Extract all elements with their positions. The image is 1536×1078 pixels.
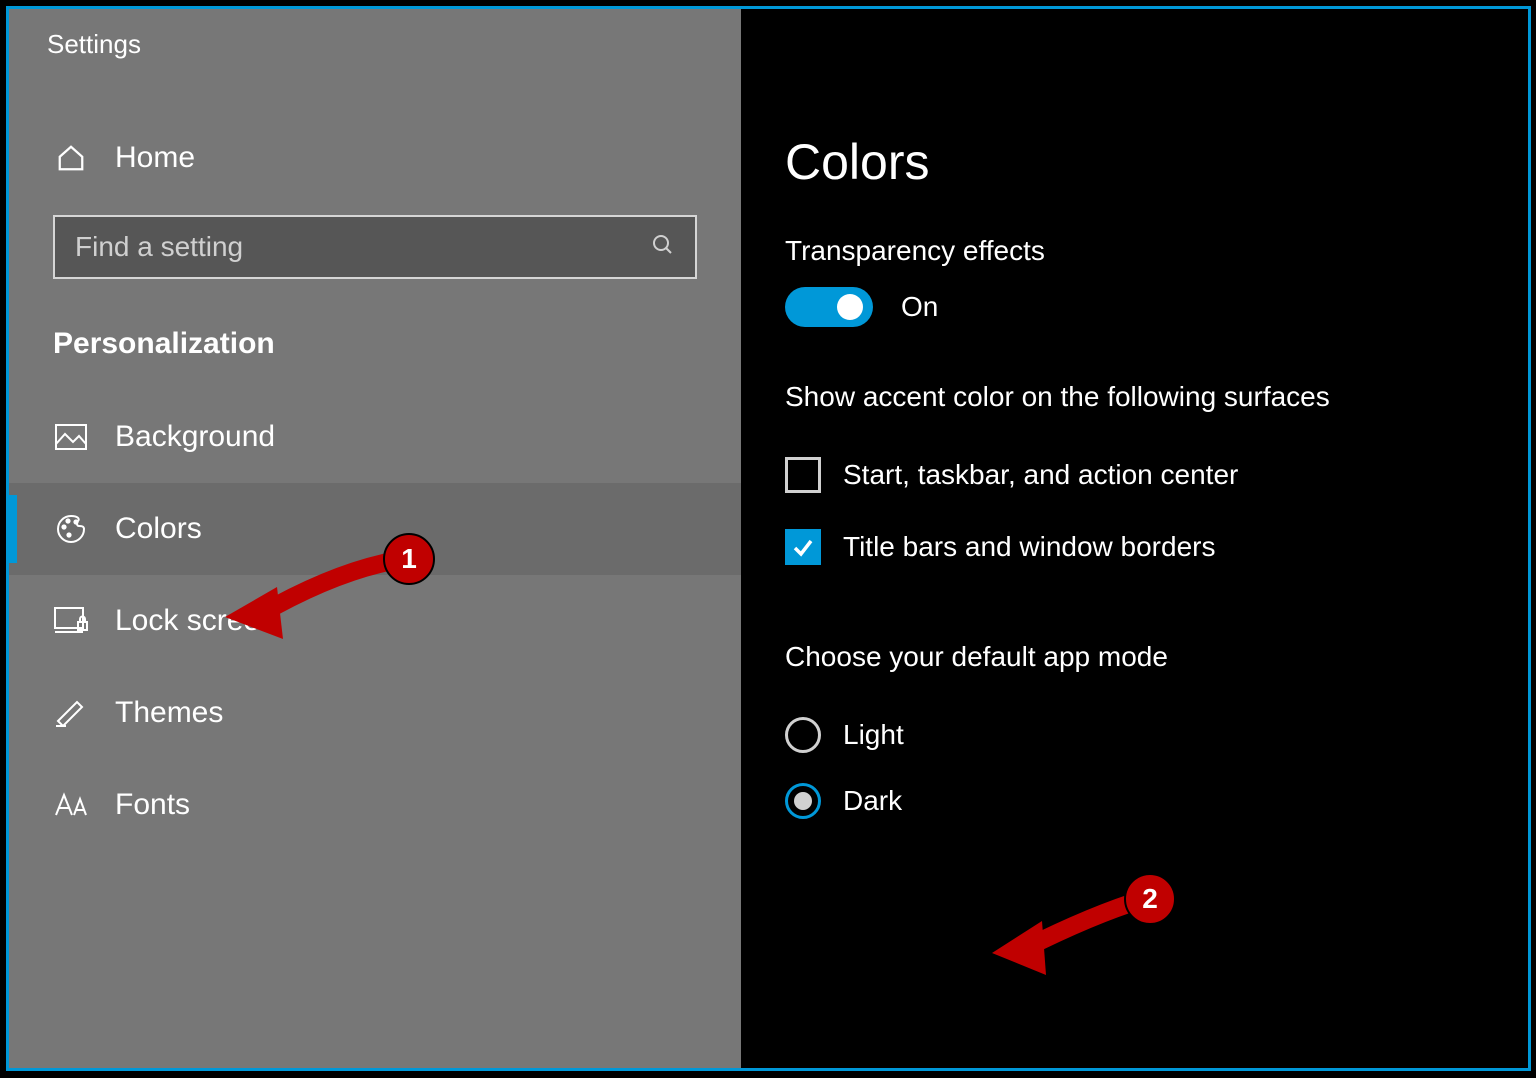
app-mode-heading: Choose your default app mode — [785, 641, 1484, 673]
sidebar-nav-list: Background Colors — [9, 391, 741, 851]
window-title: Settings — [9, 9, 741, 79]
content-pane: Colors Transparency effects On Show acce… — [741, 9, 1528, 1068]
sidebar-item-label: Colors — [115, 512, 202, 546]
radio-selected-icon — [785, 783, 821, 819]
sidebar-item-background[interactable]: Background — [9, 391, 741, 483]
radio-label: Dark — [843, 785, 902, 817]
radio-dark[interactable]: Dark — [785, 783, 1484, 819]
sidebar: Settings Home Find a setting Personaliza… — [9, 9, 741, 1068]
monitor-lock-icon — [53, 607, 89, 635]
checkbox-label: Title bars and window borders — [843, 531, 1215, 563]
sidebar-item-label: Themes — [115, 696, 223, 730]
radio-icon — [785, 717, 821, 753]
search-row: Find a setting — [9, 201, 741, 279]
draw-icon — [53, 699, 89, 727]
search-placeholder: Find a setting — [75, 231, 243, 263]
sidebar-group-heading: Personalization — [9, 279, 741, 383]
sidebar-item-label: Background — [115, 420, 275, 454]
home-icon — [53, 143, 89, 173]
page-title: Colors — [785, 133, 1484, 191]
checkbox-checked-icon — [785, 529, 821, 565]
radio-label: Light — [843, 719, 904, 751]
transparency-heading: Transparency effects — [785, 235, 1484, 267]
palette-icon — [53, 513, 89, 545]
search-input[interactable]: Find a setting — [53, 215, 697, 279]
accent-surfaces-heading: Show accent color on the following surfa… — [785, 381, 1484, 413]
checkbox-icon — [785, 457, 821, 493]
checkbox-start-taskbar[interactable]: Start, taskbar, and action center — [785, 457, 1484, 493]
font-icon — [53, 791, 89, 819]
sidebar-item-colors[interactable]: Colors — [9, 483, 741, 575]
sidebar-item-label: Fonts — [115, 788, 190, 822]
sidebar-item-lock-screen[interactable]: Lock screen — [9, 575, 741, 667]
radio-light[interactable]: Light — [785, 717, 1484, 753]
sidebar-item-themes[interactable]: Themes — [9, 667, 741, 759]
search-icon — [651, 233, 675, 262]
picture-icon — [53, 424, 89, 450]
home-label: Home — [115, 141, 195, 175]
transparency-toggle[interactable] — [785, 287, 873, 327]
sidebar-item-label: Lock screen — [115, 604, 277, 638]
checkbox-label: Start, taskbar, and action center — [843, 459, 1238, 491]
checkbox-title-bars[interactable]: Title bars and window borders — [785, 529, 1484, 565]
transparency-value: On — [901, 291, 938, 323]
sidebar-item-fonts[interactable]: Fonts — [9, 759, 741, 851]
settings-window: Settings Home Find a setting Personaliza… — [6, 6, 1531, 1071]
home-nav[interactable]: Home — [9, 115, 741, 201]
